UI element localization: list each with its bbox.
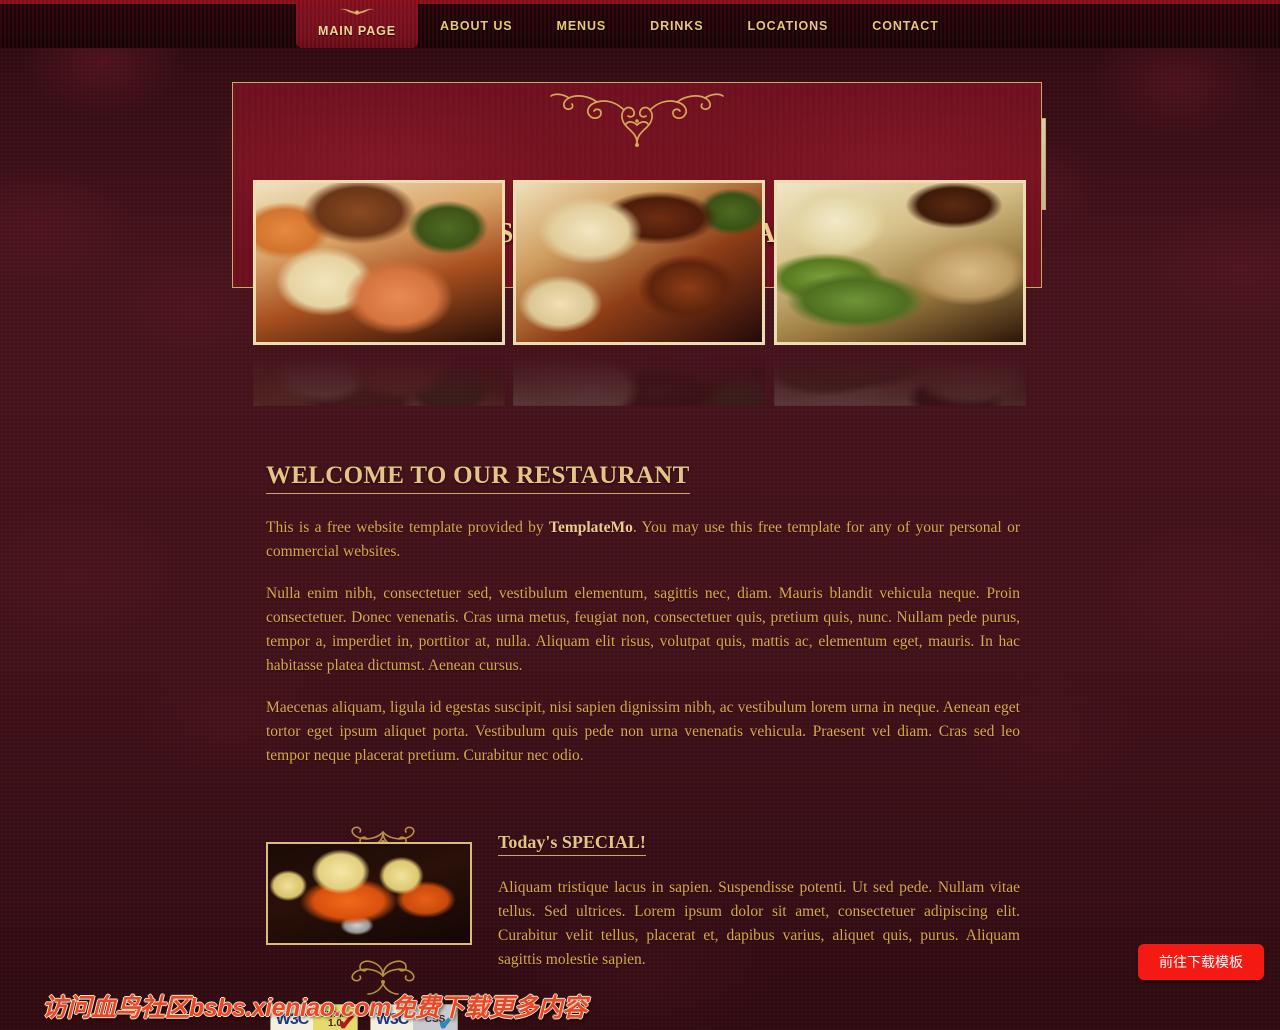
- checkmark-icon: ✔: [337, 1010, 356, 1030]
- welcome-paragraph-1: This is a free website template provided…: [266, 516, 1020, 564]
- nav-label: LOCATIONS: [747, 19, 829, 33]
- w3c-css-badge[interactable]: W3C CSS ✔: [370, 1004, 458, 1030]
- nav-item-about-us[interactable]: ABOUT US: [418, 4, 534, 48]
- special-paragraph: Aliquam tristique lacus in sapien. Suspe…: [498, 879, 1020, 968]
- photo-reflection-2: [513, 348, 765, 406]
- food-photo-roast-meat[interactable]: [513, 180, 765, 345]
- nav-label: MAIN PAGE: [318, 23, 397, 38]
- photo-image: [777, 183, 1023, 342]
- photo-image: [256, 183, 502, 342]
- w3c-xhtml-badge[interactable]: W3C XHTML 1.0 ✔: [270, 1004, 358, 1030]
- download-template-button[interactable]: 前往下载模板: [1138, 944, 1264, 980]
- nav-label: MENUS: [556, 19, 607, 33]
- special-heading: Today's SPECIAL!: [498, 832, 646, 856]
- welcome-heading: WELCOME TO OUR RESTAURANT: [266, 462, 690, 494]
- todays-special-section: Today's SPECIAL! Aliquam tristique lacus…: [266, 826, 1020, 995]
- food-photo-asparagus[interactable]: [774, 180, 1026, 345]
- nav-item-menus[interactable]: MENUS: [535, 4, 629, 48]
- welcome-section: WELCOME TO OUR RESTAURANT This is a free…: [266, 462, 1020, 786]
- nav-label: ABOUT US: [440, 19, 513, 33]
- nav-label: CONTACT: [872, 19, 939, 33]
- special-dish-photo[interactable]: [266, 842, 472, 945]
- w3c-logo-icon: W3C: [371, 1005, 413, 1030]
- photo-reflection-3: [774, 348, 1026, 406]
- nav-label: DRINKS: [650, 19, 704, 33]
- w3c-logo-icon: W3C: [271, 1005, 313, 1030]
- welcome-paragraph-2: Nulla enim nibh, consectetuer sed, vesti…: [266, 585, 1020, 674]
- photo-reflection-1: [253, 348, 505, 406]
- welcome-paragraph-3: Maecenas aliquam, ligula id egestas susc…: [266, 699, 1020, 764]
- filigree-flourish-icon: [550, 93, 724, 147]
- welcome-p1-before: This is a free website template provided…: [266, 519, 550, 536]
- templatemo-link[interactable]: TemplateMo: [549, 519, 633, 536]
- nav-item-main-page[interactable]: MAIN PAGE: [296, 4, 418, 48]
- food-photo-seafood-platter[interactable]: [253, 180, 505, 345]
- checkmark-icon: ✔: [437, 1010, 456, 1030]
- photo-image: [516, 183, 762, 342]
- nav-item-contact[interactable]: CONTACT: [850, 4, 960, 48]
- main-navigation-bar: MAIN PAGE ABOUT US MENUS DRINKS LOCATION…: [0, 4, 1280, 48]
- nav-item-drinks[interactable]: DRINKS: [628, 4, 725, 48]
- nav-list: MAIN PAGE ABOUT US MENUS DRINKS LOCATION…: [296, 4, 961, 48]
- nav-item-locations[interactable]: LOCATIONS: [725, 4, 850, 48]
- tab-ornament-icon: [339, 8, 375, 15]
- footer-validation-badges: W3C XHTML 1.0 ✔ W3C CSS ✔: [270, 1004, 458, 1030]
- special-body: Today's SPECIAL! Aliquam tristique lacus…: [498, 832, 1020, 972]
